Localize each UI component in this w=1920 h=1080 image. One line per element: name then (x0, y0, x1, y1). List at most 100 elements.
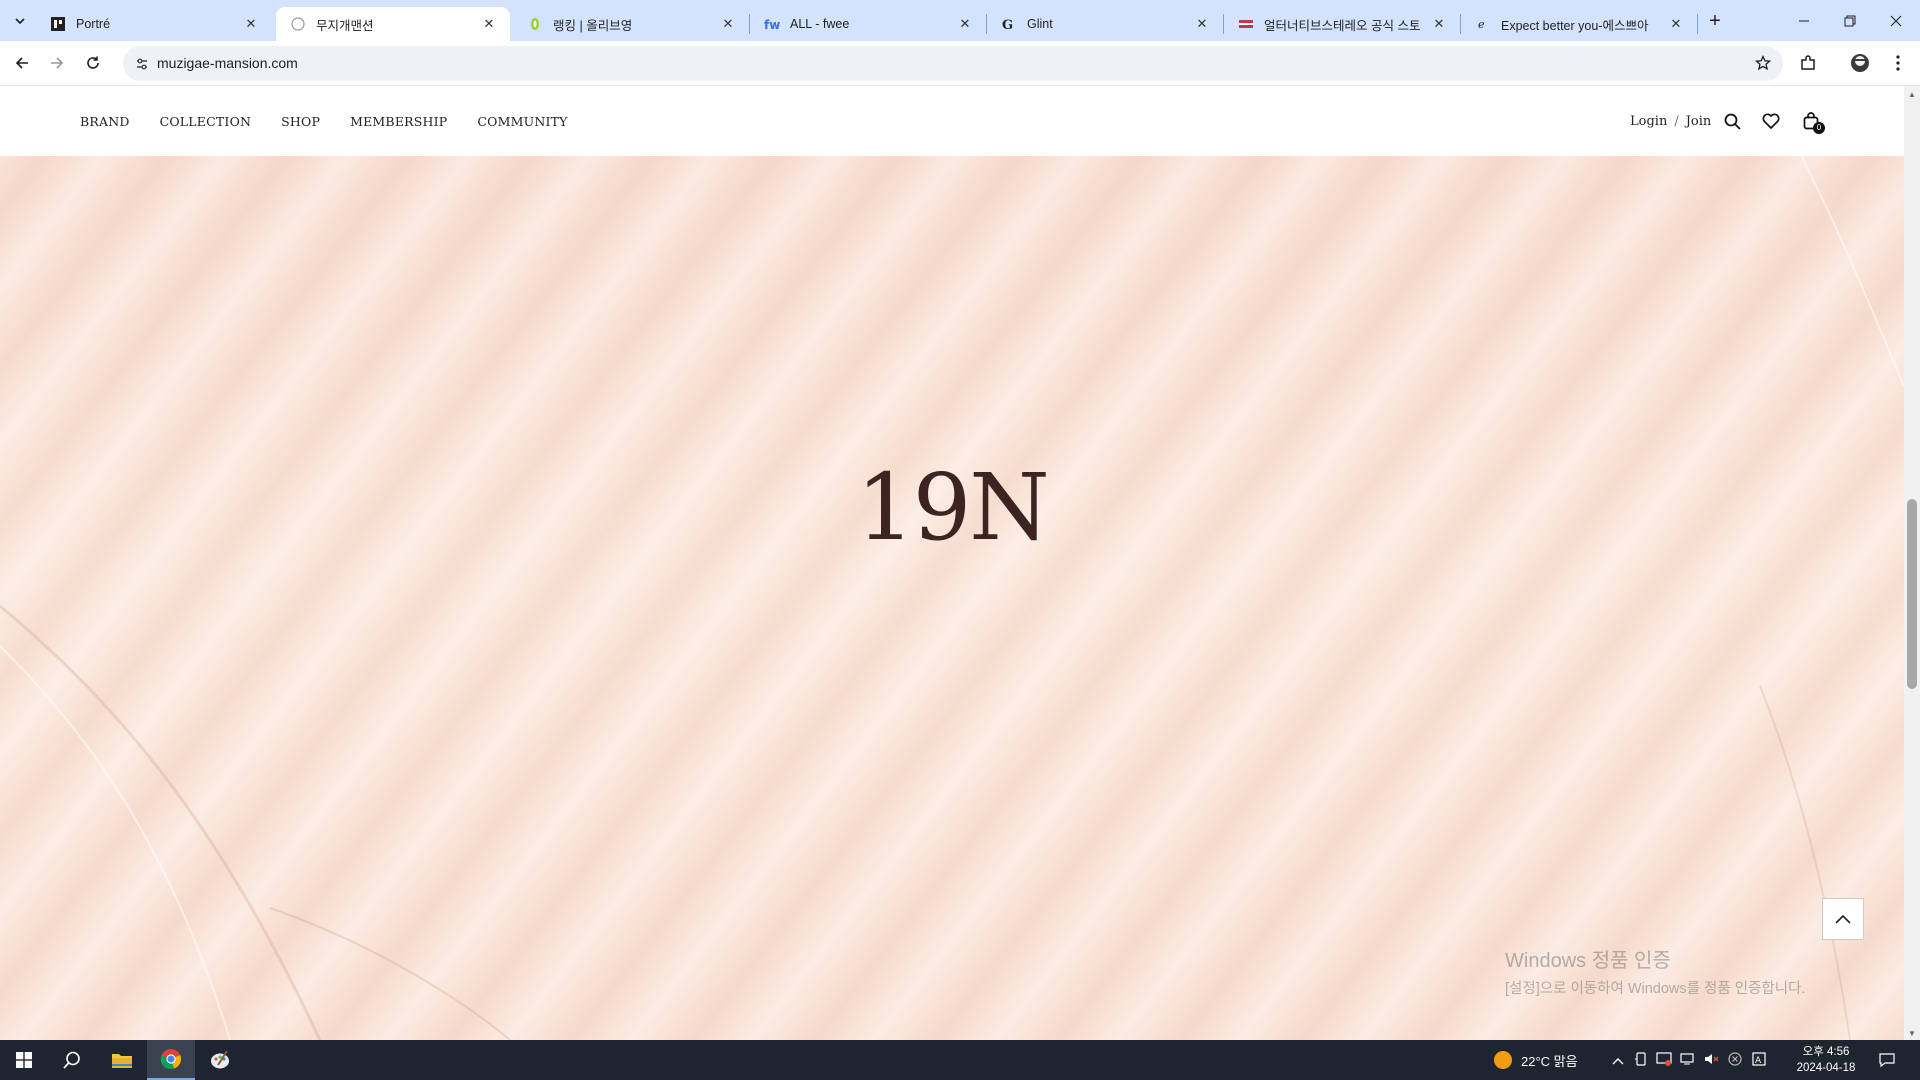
tab-separator (986, 14, 987, 34)
browser-toolbar: muzigae-mansion.com (0, 41, 1920, 86)
tab-oliveyoung[interactable]: 랭킹 | 올리브영 ✕ (513, 7, 749, 41)
heart-icon[interactable] (1760, 110, 1782, 132)
chrome-taskbar-button[interactable] (147, 1040, 195, 1080)
clock-time: 오후 4:56 (1802, 1046, 1850, 1058)
chevron-up-icon (1835, 914, 1851, 924)
scroll-down-arrow-icon[interactable]: ▼ (1908, 1029, 1916, 1038)
search-icon (63, 1051, 80, 1069)
nav-shop[interactable]: SHOP (281, 114, 320, 129)
more-vertical-icon (1896, 55, 1900, 71)
nav-community[interactable]: COMMUNITY (477, 114, 567, 129)
close-icon[interactable]: ✕ (480, 15, 498, 33)
minimize-icon (1799, 20, 1809, 21)
device-icon[interactable] (1634, 1051, 1648, 1069)
windows-taskbar: 22°C 맑음 A 오후 4:56 2024-04-18 (0, 1040, 1920, 1080)
close-icon (1890, 15, 1902, 26)
weather-widget[interactable]: 22°C 맑음 (1493, 1040, 1578, 1080)
minimize-button[interactable] (1781, 0, 1827, 41)
svg-text:G: G (1002, 18, 1013, 31)
system-tray: A (1612, 1040, 1766, 1080)
login-link[interactable]: Login (1630, 114, 1667, 129)
notification-icon (1879, 1053, 1895, 1068)
tab-glint[interactable]: G Glint ✕ (987, 7, 1223, 41)
restore-icon (1844, 15, 1856, 26)
close-icon[interactable]: ✕ (956, 15, 974, 33)
close-icon[interactable]: ✕ (1667, 15, 1685, 33)
search-icon[interactable] (1721, 110, 1743, 132)
close-icon[interactable]: ✕ (719, 15, 737, 33)
tab-title: Expect better you-에스쁘아 (1501, 18, 1649, 33)
shopping-bag-icon[interactable]: 0 (1800, 110, 1825, 134)
tab-alternative-stereo[interactable]: 얼터너티브스테레오 공식 스토 ✕ (1224, 7, 1460, 41)
notification-center-button[interactable] (1863, 1040, 1911, 1080)
url-text[interactable]: muzigae-mansion.com (157, 46, 298, 81)
join-link[interactable]: Join (1686, 114, 1712, 129)
glint-favicon-icon: G (1001, 16, 1017, 32)
arrow-right-icon (51, 57, 64, 69)
browser-menu-button[interactable] (1884, 49, 1912, 77)
texture-strokes (0, 115, 1904, 1040)
tab-separator (1460, 14, 1461, 34)
reload-icon (87, 56, 99, 69)
page-viewport: 19N BRAND COLLECTION SHOP MEMBERSHIP COM… (0, 86, 1904, 1040)
nav-collection[interactable]: COLLECTION (160, 114, 252, 129)
nav-brand[interactable]: BRAND (80, 114, 130, 129)
chrome-icon (160, 1049, 182, 1070)
scrollbar-thumb[interactable] (1907, 499, 1917, 689)
espoir-favicon-icon: e (1475, 16, 1491, 32)
bookmark-star-icon[interactable] (1751, 51, 1775, 75)
clock-date: 2024-04-18 (1796, 1062, 1856, 1074)
scroll-to-top-button[interactable] (1822, 898, 1864, 940)
paint-app-button[interactable] (196, 1040, 244, 1080)
back-button[interactable] (8, 49, 36, 77)
start-button[interactable] (0, 1040, 48, 1080)
portre-favicon-icon (50, 16, 66, 32)
tab-muzigae[interactable]: 무지개맨션 ✕ (276, 7, 510, 41)
file-explorer-button[interactable] (98, 1040, 146, 1080)
hero-banner: 19N (0, 86, 1904, 1040)
tab-search-button[interactable] (7, 8, 33, 34)
site-info-icon[interactable] (131, 53, 153, 75)
disabled-status-icon[interactable] (1728, 1051, 1742, 1069)
restore-button[interactable] (1827, 0, 1873, 41)
security-icon[interactable] (1656, 1051, 1672, 1069)
windows-activation-watermark: Windows 정품 인증 [설정]으로 이동하여 Windows를 정품 인증… (1505, 944, 1805, 998)
tab-separator (1223, 14, 1224, 34)
network-icon[interactable] (1680, 1052, 1696, 1069)
address-bar[interactable]: muzigae-mansion.com (123, 46, 1783, 81)
extensions-button[interactable] (1794, 49, 1822, 77)
avatar-icon (1851, 54, 1869, 72)
auth-separator: / (1674, 113, 1679, 129)
taskbar-search-button[interactable] (48, 1040, 96, 1080)
tab-separator (1697, 14, 1698, 34)
main-nav: BRAND COLLECTION SHOP MEMBERSHIP COMMUNI… (80, 86, 598, 156)
reload-button[interactable] (79, 49, 107, 77)
tab-fwee[interactable]: fw ALL - fwee ✕ (750, 7, 986, 41)
watermark-subtitle: [설정]으로 이동하여 Windows를 정품 인증합니다. (1505, 981, 1806, 997)
tab-portre[interactable]: Portré ✕ (36, 7, 272, 41)
show-hidden-icons-icon[interactable] (1612, 1053, 1624, 1068)
svg-text:A: A (1755, 1056, 1762, 1066)
new-tab-button[interactable]: + (1703, 9, 1727, 33)
fwee-favicon-icon: fw (764, 16, 780, 32)
ime-language-icon[interactable]: A (1752, 1051, 1766, 1069)
svg-text:e: e (1478, 18, 1485, 31)
close-icon[interactable]: ✕ (1430, 15, 1448, 33)
close-icon[interactable]: ✕ (1193, 15, 1211, 33)
globe-icon (290, 16, 306, 32)
tab-espoir[interactable]: e Expect better you-에스쁘아 ✕ (1461, 7, 1697, 41)
sun-icon (1494, 1051, 1512, 1069)
browser-tab-strip: Portré ✕ 무지개맨션 ✕ 랭킹 | 올리브영 ✕ fw ALL - fw… (0, 0, 1920, 41)
weather-text: 22°C 맑음 (1521, 1053, 1578, 1069)
forward-button[interactable] (43, 49, 71, 77)
close-window-button[interactable] (1873, 0, 1919, 41)
close-icon[interactable]: ✕ (242, 15, 260, 33)
page-scrollbar[interactable]: ▲ ▼ (1904, 86, 1920, 1040)
profile-button[interactable] (1846, 49, 1874, 77)
hero-title: 19N (856, 454, 1050, 561)
watermark-title: Windows 정품 인증 (1505, 950, 1671, 972)
nav-membership[interactable]: MEMBERSHIP (350, 114, 447, 129)
volume-muted-icon[interactable] (1704, 1052, 1720, 1069)
taskbar-clock[interactable]: 오후 4:56 2024-04-18 (1788, 1044, 1864, 1076)
scroll-up-arrow-icon[interactable]: ▲ (1908, 90, 1916, 99)
